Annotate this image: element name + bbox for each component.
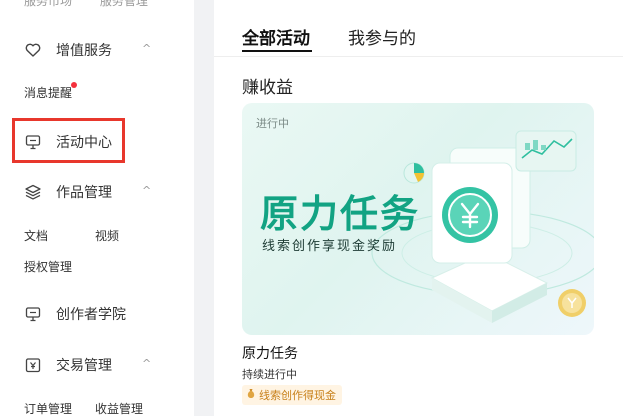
- chevron-up-icon[interactable]: ^: [142, 42, 151, 55]
- card-hero-title: 原力任务: [260, 192, 421, 236]
- sidebar-item-label: 活动中心: [56, 135, 112, 151]
- card-status-tag: 进行中: [256, 117, 289, 130]
- sidebar-item-earnings[interactable]: 收益管理: [95, 400, 143, 416]
- sidebar-item-activity-center[interactable]: 活动中心: [24, 132, 112, 152]
- tab-my-participation[interactable]: 我参与的: [348, 24, 416, 49]
- task-badge-label: 线索创作得现金: [259, 389, 336, 402]
- sidebar-item-message-reminder[interactable]: 消息提醒: [24, 84, 72, 101]
- sidebar-section-trade-management[interactable]: 交易管理 ^: [24, 355, 151, 375]
- notification-dot: [71, 82, 77, 88]
- sidebar-section-works-management[interactable]: 作品管理 ^: [24, 182, 151, 202]
- sidebar-top-cutoff: 服务市场 服务管理: [24, 0, 172, 9]
- sidebar-item-label: 创作者学院: [56, 307, 126, 323]
- sidebar-item-service-management[interactable]: 服务管理: [100, 0, 148, 8]
- sidebar-item-videos[interactable]: 视频: [95, 227, 119, 244]
- task-status: 持续进行中: [242, 368, 297, 381]
- chevron-up-icon[interactable]: ^: [142, 184, 151, 197]
- layers-icon: [24, 183, 42, 201]
- sidebar-section-value-services[interactable]: 增值服务 ^: [24, 40, 151, 60]
- activity-card[interactable]: 进行中 原力任务 线索创作享现金奖励: [242, 103, 594, 335]
- sidebar-item-service-market[interactable]: 服务市场: [24, 0, 72, 8]
- tab-divider: [214, 56, 623, 57]
- tab-all-activities[interactable]: 全部活动: [242, 24, 310, 49]
- sidebar-item-authorization[interactable]: 授权管理: [24, 258, 72, 275]
- yen-box-icon: [24, 356, 42, 374]
- sidebar-section-label: 交易管理: [56, 358, 112, 374]
- chevron-up-icon[interactable]: ^: [142, 357, 151, 370]
- task-badge: 线索创作得现金: [242, 385, 342, 405]
- money-bag-icon: [246, 388, 256, 402]
- sidebar-item-documents[interactable]: 文档: [24, 227, 48, 244]
- heart-icon: [24, 41, 42, 59]
- sidebar-section-label: 增值服务: [56, 43, 112, 59]
- tab-active-indicator: [242, 50, 312, 52]
- sidebar: 服务市场 服务管理 增值服务 ^ 消息提醒 活动中心 作品管理 ^ 文档 视频 …: [0, 0, 194, 416]
- section-title: 赚收益: [242, 78, 293, 98]
- task-name[interactable]: 原力任务: [242, 343, 298, 363]
- main-content: 全部活动 我参与的 赚收益 进行中 原力任务 线索创作享现金奖励 原力任务 持续…: [214, 0, 623, 416]
- card-hero-subtitle: 线索创作享现金奖励: [262, 239, 398, 254]
- monitor-icon: [24, 133, 42, 151]
- monitor-icon: [24, 305, 42, 323]
- sidebar-item-label: 消息提醒: [24, 86, 73, 100]
- sidebar-item-creator-academy[interactable]: 创作者学院: [24, 304, 126, 324]
- sidebar-section-label: 作品管理: [56, 185, 112, 201]
- sidebar-item-orders[interactable]: 订单管理: [24, 400, 72, 416]
